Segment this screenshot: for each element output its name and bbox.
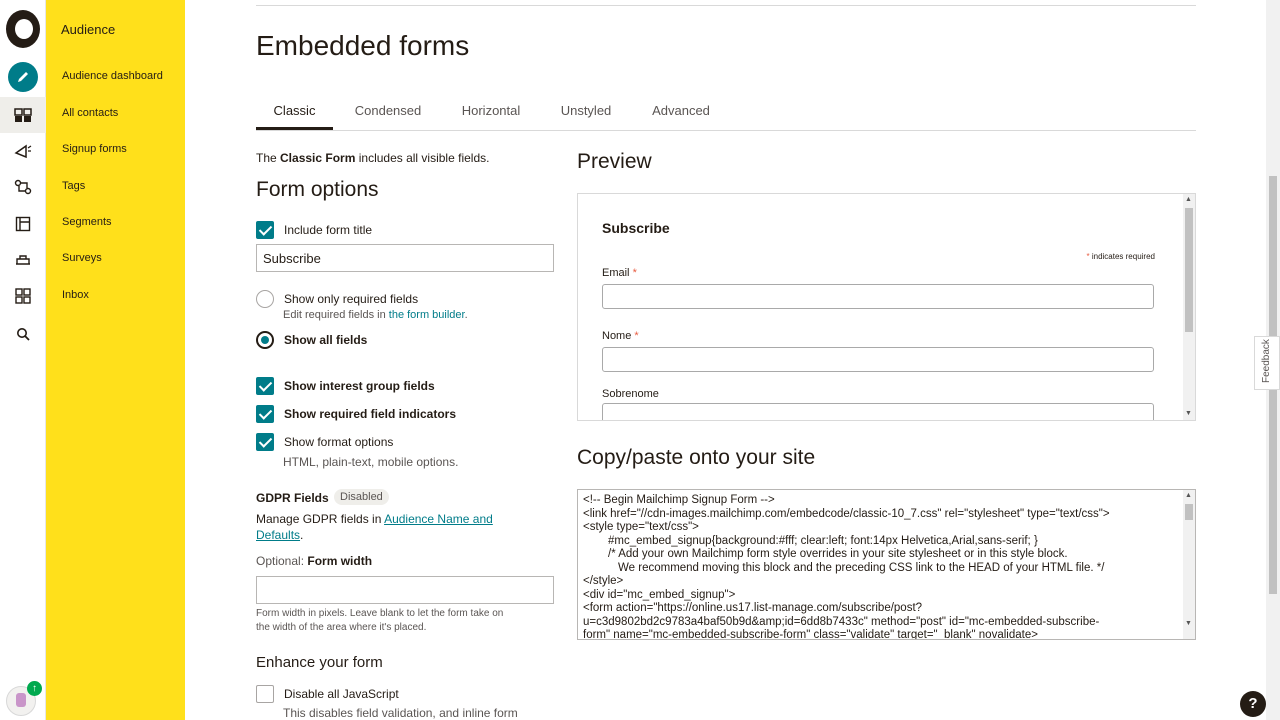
gdpr-description: Manage GDPR fields in Audience Name and	[256, 512, 493, 526]
form-builder-link[interactable]: the form builder	[389, 309, 465, 321]
required-indicators-label: Show required field indicators	[284, 407, 457, 421]
page-title: Embedded forms	[256, 30, 470, 61]
include-title-label: Include form title	[284, 223, 373, 237]
code-line: form" name="mc-embedded-subscribe-form" …	[583, 629, 1038, 640]
form-width-help-2: the width of the area where it's placed.	[256, 622, 427, 633]
show-required-sub: Edit required fields in the form builder…	[283, 309, 468, 321]
sidebar-item-signup-forms[interactable]: Signup forms	[62, 143, 127, 155]
interest-groups-checkbox[interactable]	[256, 377, 274, 395]
search-icon[interactable]	[8, 319, 38, 349]
code-line: <link href="//cdn-images.mailchimp.com/e…	[583, 507, 1110, 520]
campaigns-megaphone-icon[interactable]	[8, 136, 38, 166]
form-options-heading: Form options	[256, 178, 379, 201]
code-line: #mc_embed_signup{background:#fff; clear:…	[608, 534, 1038, 547]
help-button[interactable]: ?	[1240, 691, 1266, 717]
preview-form-title: Subscribe	[602, 220, 670, 236]
required-indicators-checkbox[interactable]	[256, 405, 274, 423]
tab-unstyled[interactable]: Unstyled	[552, 100, 620, 130]
gdpr-description-cont: Defaults.	[256, 528, 304, 542]
tab-condensed[interactable]: Condensed	[346, 100, 430, 130]
create-pencil-icon[interactable]	[8, 62, 38, 92]
website-icon[interactable]	[8, 209, 38, 239]
form-type-tabs: Classic Condensed Horizontal Unstyled Ad…	[256, 100, 1196, 131]
top-divider	[256, 5, 1196, 6]
feedback-label: Feedback	[1261, 339, 1272, 383]
automations-icon[interactable]	[8, 172, 38, 202]
code-scroll-thumb[interactable]	[1185, 504, 1193, 520]
format-options-label: Show format options	[284, 435, 394, 449]
format-options-checkbox[interactable]	[256, 433, 274, 451]
code-line: </style>	[583, 575, 624, 587]
sidebar-item-audience-dashboard[interactable]: Audience dashboard	[62, 70, 163, 82]
form-width-input[interactable]	[256, 576, 554, 604]
code-line: /* Add your own Mailchimp form style ove…	[608, 548, 1068, 560]
sidebar-item-segments[interactable]: Segments	[62, 216, 112, 228]
scroll-up-arrow-icon[interactable]: ▲	[1185, 492, 1192, 499]
preview-sobrenome-input[interactable]	[602, 403, 1154, 420]
show-all-label: Show all fields	[284, 333, 368, 347]
code-line: <div id="mc_embed_signup">	[583, 588, 736, 601]
code-line: u=c3d9802bd2c9783a4baf50b9d&amp;id=6dd8b…	[583, 615, 1100, 628]
preview-nome-input[interactable]	[602, 347, 1154, 372]
show-all-radio[interactable]	[256, 331, 274, 349]
copy-paste-heading: Copy/paste onto your site	[577, 446, 816, 469]
preview-scroll-thumb[interactable]	[1185, 208, 1193, 332]
sidebar-item-all-contacts[interactable]: All contacts	[62, 107, 118, 119]
interest-groups-label: Show interest group fields	[284, 379, 435, 393]
enhance-heading: Enhance your form	[256, 654, 383, 671]
code-line: <form action="https://online.us17.list-m…	[583, 602, 923, 614]
required-indicator-note: * indicates required	[1086, 252, 1156, 261]
format-options-sub: HTML, plain-text, mobile options.	[283, 455, 459, 469]
icon-rail: ↑	[0, 0, 46, 720]
form-preview: Subscribe * indicates required Email * N…	[577, 193, 1196, 421]
include-title-checkbox[interactable]	[256, 221, 274, 239]
scroll-down-arrow-icon[interactable]: ▼	[1185, 620, 1192, 627]
sidebar-title: Audience	[61, 22, 116, 37]
preview-sobrenome-label: Sobrenome	[602, 388, 659, 400]
preview-nome-label: Nome *	[602, 330, 639, 342]
form-description: The Classic Form includes all visible fi…	[256, 151, 490, 165]
audience-sidebar: Audience Audience dashboard All contacts…	[46, 0, 185, 720]
preview-email-label: Email *	[602, 267, 637, 279]
code-line: <style type="text/css">	[583, 521, 699, 533]
code-scrollbar[interactable]: ▲ ▼	[1183, 490, 1195, 639]
code-line: We recommend moving this block and the p…	[618, 561, 1105, 574]
content-studio-icon[interactable]	[8, 245, 38, 275]
mailchimp-logo-icon[interactable]	[6, 10, 40, 48]
sidebar-item-surveys[interactable]: Surveys	[62, 252, 102, 264]
tab-horizontal[interactable]: Horizontal	[450, 100, 532, 130]
gdpr-status-badge: Disabled	[334, 489, 389, 505]
gdpr-label: GDPR Fields	[256, 491, 329, 505]
upgrade-arrow-icon: ↑	[27, 681, 42, 696]
gdpr-defaults-link[interactable]: Defaults	[256, 528, 300, 542]
disable-js-checkbox[interactable]	[256, 685, 274, 703]
scroll-up-arrow-icon[interactable]: ▲	[1185, 196, 1192, 203]
sidebar-item-tags[interactable]: Tags	[62, 180, 85, 192]
preview-heading: Preview	[577, 150, 652, 173]
audience-icon[interactable]	[8, 100, 38, 130]
tab-advanced[interactable]: Advanced	[642, 100, 720, 130]
disable-js-sub: This disables field validation, and inli…	[283, 706, 518, 720]
preview-scrollbar[interactable]: ▲ ▼	[1183, 194, 1195, 420]
code-line: <!-- Begin Mailchimp Signup Form -->	[583, 494, 775, 506]
show-required-label: Show only required fields	[284, 292, 419, 306]
tab-classic[interactable]: Classic	[256, 100, 333, 130]
sidebar-item-inbox[interactable]: Inbox	[62, 289, 89, 301]
preview-email-input[interactable]	[602, 284, 1154, 309]
scroll-down-arrow-icon[interactable]: ▼	[1185, 410, 1192, 417]
form-width-label: Optional: Form width	[256, 554, 373, 568]
form-title-input[interactable]: Subscribe	[256, 244, 554, 272]
integrations-grid-icon[interactable]	[8, 281, 38, 311]
show-required-radio[interactable]	[256, 290, 274, 308]
disable-js-label: Disable all JavaScript	[284, 687, 399, 701]
gdpr-settings-link[interactable]: Audience Name and	[384, 512, 493, 526]
form-width-help-1: Form width in pixels. Leave blank to let…	[256, 608, 504, 619]
embed-code-textarea[interactable]: <!-- Begin Mailchimp Signup Form --> <li…	[577, 489, 1196, 640]
feedback-tab[interactable]: Feedback	[1254, 336, 1280, 390]
